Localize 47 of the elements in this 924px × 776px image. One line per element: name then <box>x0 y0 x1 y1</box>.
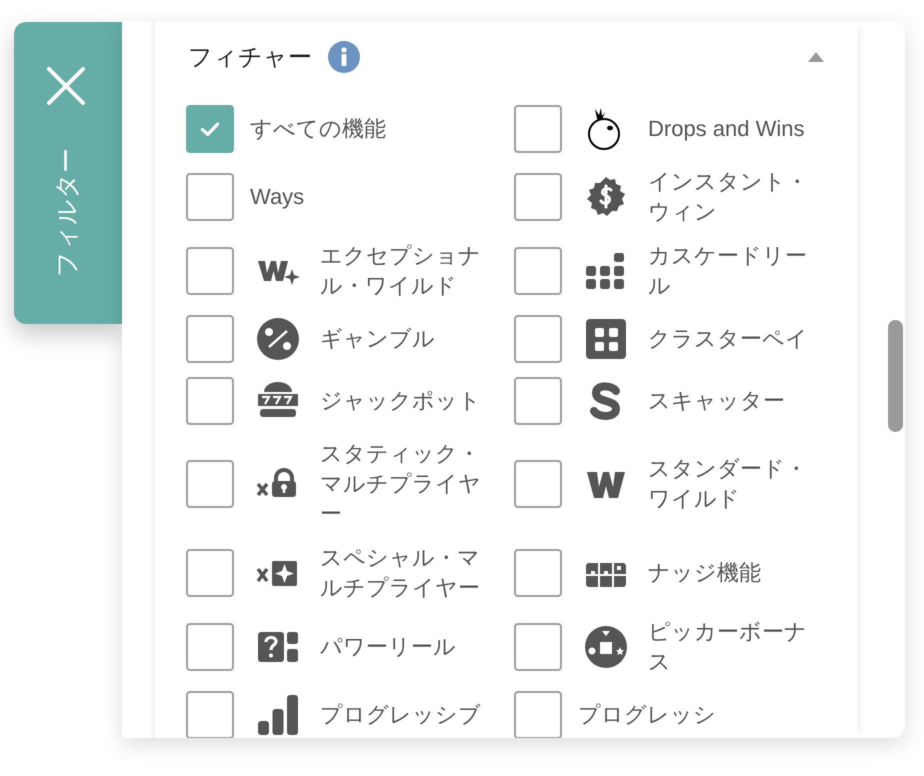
feature-label: パワーリール <box>320 633 457 661</box>
checkbox[interactable] <box>186 691 234 738</box>
checkbox[interactable] <box>514 105 562 153</box>
checkbox[interactable] <box>186 173 234 221</box>
checkbox[interactable] <box>186 460 234 508</box>
collapse-icon[interactable] <box>808 52 824 62</box>
feature-label: Drops and Wins <box>648 115 806 143</box>
filter-tab[interactable]: フィルター <box>14 22 122 324</box>
checkbox[interactable] <box>186 105 234 153</box>
checkbox[interactable] <box>186 377 234 425</box>
feature-label: ギャンブル <box>320 325 436 353</box>
checkbox[interactable] <box>514 549 562 597</box>
checkbox[interactable] <box>514 460 562 508</box>
feature-label: プログレッシブ <box>320 701 482 729</box>
info-icon[interactable] <box>328 41 360 73</box>
feature-label: スタンダード・ワイルド <box>648 455 808 513</box>
feature-label: カスケードリール <box>648 242 808 300</box>
percent-coin-icon <box>256 317 300 361</box>
checkbox[interactable] <box>514 623 562 671</box>
feature-label: インスタント・ウィン <box>648 168 809 226</box>
checkbox[interactable] <box>514 173 562 221</box>
feature-label: ナッジ機能 <box>648 559 762 587</box>
checkbox[interactable] <box>514 247 562 295</box>
four-squares-icon <box>584 317 628 361</box>
feature-label: ピッカーボーナス <box>648 618 808 676</box>
checkbox[interactable] <box>186 315 234 363</box>
feature-label: ジャックポット <box>320 387 482 415</box>
feature-label: Ways <box>250 183 306 211</box>
checkbox[interactable] <box>186 623 234 671</box>
bar-steps-icon <box>256 693 300 737</box>
feature-label: すべての機能 <box>250 115 387 143</box>
checkbox[interactable] <box>514 691 562 738</box>
scrollbar-thumb[interactable] <box>888 320 903 432</box>
feature-label: プログレッシ <box>578 701 717 729</box>
checkbox[interactable] <box>514 315 562 363</box>
feature-label: スタティック・マルチプライヤー <box>320 440 482 528</box>
checkbox[interactable] <box>186 549 234 597</box>
picker-icon <box>584 625 628 669</box>
feature-label: スペシャル・マルチプライヤー <box>320 544 481 602</box>
checkbox[interactable] <box>514 377 562 425</box>
filter-label: フィルター <box>50 148 82 277</box>
feature-label: クラスターペイ <box>648 325 809 353</box>
feature-label: エクセプショナル・ワイルド <box>320 242 482 300</box>
feature-label: スキャッター <box>648 387 786 415</box>
section-title: フィチャー <box>188 42 312 73</box>
checkbox[interactable] <box>186 247 234 295</box>
close-icon[interactable] <box>46 66 86 106</box>
